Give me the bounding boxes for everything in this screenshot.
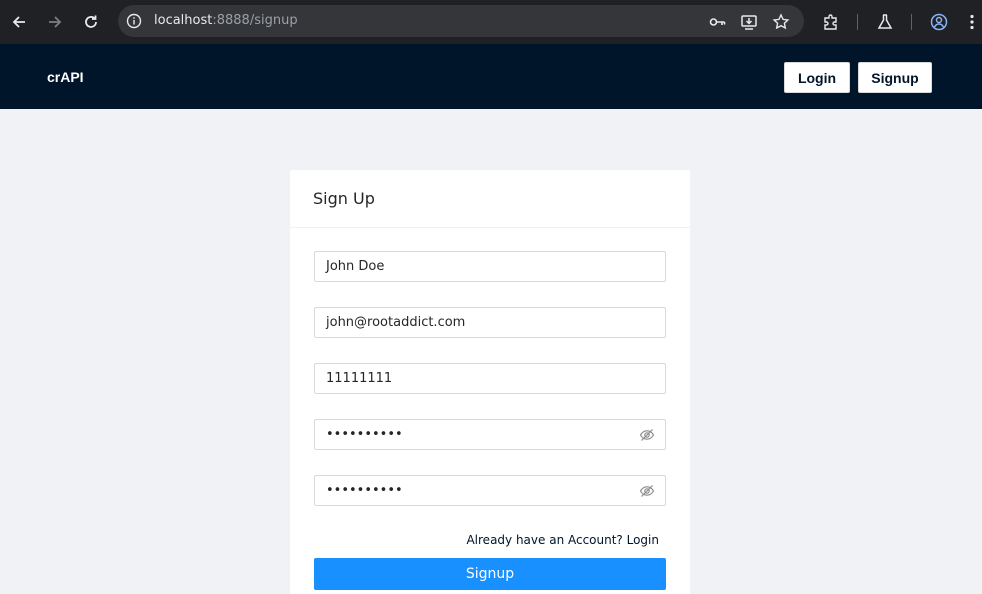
phone-field[interactable]: 11111111	[314, 363, 666, 394]
toolbar-separator	[911, 14, 912, 30]
password-field[interactable]: ••••••••••	[314, 419, 666, 450]
header-signup-button[interactable]: Signup	[858, 62, 932, 93]
profile-icon[interactable]	[927, 10, 951, 34]
key-icon[interactable]	[705, 10, 729, 34]
site-info-icon[interactable]	[126, 13, 142, 29]
signup-card: Sign Up John Doe john@rootaddict.com 111…	[290, 170, 690, 594]
signup-submit-button[interactable]: Signup	[314, 558, 666, 590]
url-host: localhost	[154, 13, 213, 28]
email-value: john@rootaddict.com	[326, 315, 466, 330]
brand-logo[interactable]: crAPI	[47, 69, 84, 85]
name-value: John Doe	[326, 259, 385, 274]
app-header: crAPI Login Signup	[0, 44, 982, 109]
reload-icon[interactable]	[79, 10, 103, 34]
confirm-password-value: ••••••••••	[326, 483, 403, 498]
labs-flask-icon[interactable]	[873, 10, 897, 34]
url-path: :8888/signup	[212, 13, 298, 28]
confirm-password-field[interactable]: ••••••••••	[314, 475, 666, 506]
eye-invisible-icon[interactable]	[639, 427, 655, 443]
install-app-icon[interactable]	[737, 10, 761, 34]
bookmark-star-icon[interactable]	[769, 10, 793, 34]
toolbar-separator	[857, 14, 858, 30]
card-header: Sign Up	[290, 170, 690, 228]
email-field[interactable]: john@rootaddict.com	[314, 307, 666, 338]
phone-value: 11111111	[326, 371, 393, 386]
url-text: localhost:8888/signup	[154, 13, 298, 29]
address-bar[interactable]: localhost:8888/signup	[118, 5, 804, 37]
back-arrow-icon[interactable]	[7, 10, 31, 34]
eye-invisible-icon[interactable]	[639, 483, 655, 499]
name-field[interactable]: John Doe	[314, 251, 666, 282]
forward-arrow-icon[interactable]	[43, 10, 67, 34]
extensions-icon[interactable]	[819, 10, 843, 34]
already-have-account-link[interactable]: Already have an Account? Login	[466, 533, 659, 547]
card-title: Sign Up	[313, 189, 375, 208]
header-login-button[interactable]: Login	[784, 62, 850, 93]
menu-kebab-icon[interactable]	[963, 10, 981, 34]
password-value: ••••••••••	[326, 427, 403, 442]
browser-toolbar: localhost:8888/signup	[0, 0, 982, 44]
